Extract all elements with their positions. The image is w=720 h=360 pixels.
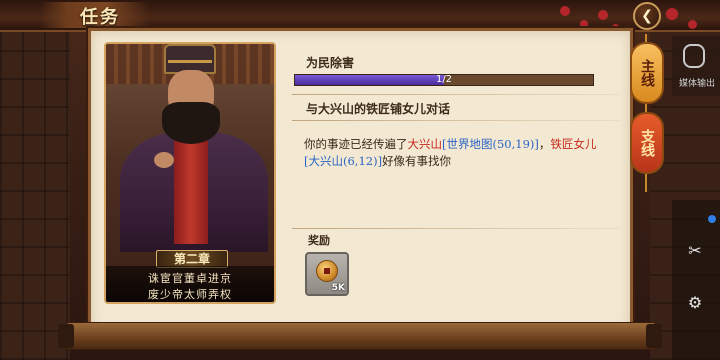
- plum-blossom-icon: [688, 20, 697, 29]
- scroll-rod: [66, 322, 656, 350]
- reward-quantity: 5K: [331, 283, 345, 293]
- description-separator: ，: [538, 137, 551, 151]
- portrait-hand: [154, 152, 174, 168]
- quest-progress-text: 1/2: [435, 74, 453, 85]
- background-wall-left: [0, 30, 70, 360]
- tab-side-quest[interactable]: 支线: [630, 112, 664, 174]
- chapter-caption-line-1: 诛宦官董卓进京: [148, 272, 232, 285]
- world-map-link[interactable]: [世界地图(50,19)]: [442, 137, 539, 151]
- portrait-beard: [162, 102, 220, 144]
- portrait-robe-trim: [174, 134, 208, 244]
- quest-progress-bar: 1/2: [294, 74, 594, 86]
- plum-blossom-icon: [598, 10, 608, 20]
- scissors-icon[interactable]: ✂: [684, 240, 706, 262]
- quest-description: 你的事迹已经传遍了大兴山[世界地图(50,19)]，铁匠女儿 [大兴山(6,12)…: [304, 136, 604, 170]
- status-dot: [708, 215, 716, 223]
- media-output-label: 媒体输出: [678, 79, 715, 89]
- scroll-rod-end-left: [58, 324, 74, 348]
- back-button[interactable]: ❮: [633, 2, 661, 30]
- chapter-portrait-card: 第二章 诛宦官董卓进京 废少帝太师弄权: [104, 42, 276, 304]
- lantern-string: [645, 174, 647, 192]
- quest-name: 为民除害: [306, 56, 355, 70]
- divider: [292, 120, 620, 121]
- media-output-icon[interactable]: [683, 44, 705, 68]
- gear-icon[interactable]: ⚙: [684, 292, 706, 314]
- plum-blossom-icon: [666, 8, 678, 20]
- chevron-left-icon: ❮: [641, 8, 653, 24]
- plum-blossom-icon: [580, 20, 588, 28]
- npc-name: 铁匠女儿: [550, 137, 597, 151]
- scroll-rod-end-right: [646, 324, 662, 348]
- location-link[interactable]: [大兴山(6,12)]: [304, 154, 382, 168]
- tab-main-quest[interactable]: 主线: [630, 42, 664, 104]
- divider: [292, 94, 620, 95]
- chapter-caption-line-2: 废少帝太师弄权: [148, 288, 232, 301]
- description-text: 你的事迹已经传遍了: [304, 137, 408, 151]
- chapter-caption: 诛宦官董卓进京 废少帝太师弄权: [106, 266, 274, 302]
- copper-coin-icon: [316, 260, 338, 282]
- plum-blossom-icon: [560, 6, 570, 16]
- rewards-label: 奖励: [308, 234, 330, 247]
- system-toolbar: [672, 200, 720, 360]
- reward-item-slot[interactable]: 5K: [305, 252, 349, 296]
- page-title: 任务: [80, 7, 120, 28]
- description-text: 好像有事找你: [382, 154, 452, 168]
- location-name: 大兴山: [407, 137, 443, 151]
- quest-objective: 与大兴山的铁匠铺女儿对话: [306, 102, 451, 116]
- divider: [292, 228, 620, 229]
